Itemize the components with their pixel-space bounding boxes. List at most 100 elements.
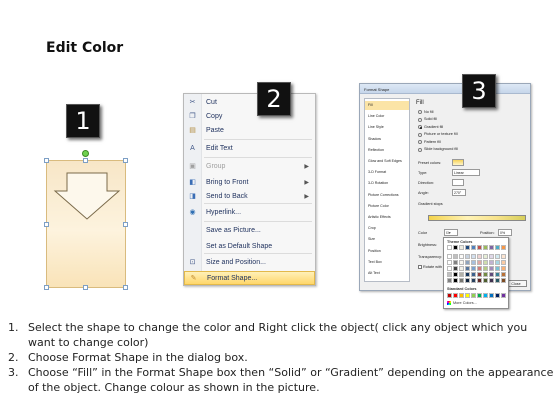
- color-swatch[interactable]: [489, 272, 494, 277]
- color-swatch[interactable]: [465, 245, 470, 250]
- color-swatch[interactable]: [459, 266, 464, 271]
- color-swatch[interactable]: [495, 245, 500, 250]
- color-swatch[interactable]: [465, 254, 470, 259]
- rotate-with-shape-checkbox[interactable]: [418, 265, 422, 269]
- standard-color-swatch[interactable]: [459, 293, 464, 298]
- color-swatch[interactable]: [501, 278, 506, 283]
- color-swatch[interactable]: [495, 254, 500, 259]
- resize-handle-s[interactable]: [83, 285, 88, 290]
- sidebar-item-3-d-format[interactable]: 3-D Format: [365, 168, 409, 177]
- color-swatch[interactable]: [489, 254, 494, 259]
- color-swatch[interactable]: [495, 278, 500, 283]
- preset-colors-button[interactable]: [452, 159, 464, 166]
- resize-handle-n[interactable]: [83, 158, 88, 163]
- radio-solid-fill[interactable]: [418, 117, 422, 122]
- color-swatch[interactable]: [477, 266, 482, 271]
- resize-handle-nw[interactable]: [44, 158, 49, 163]
- color-swatch[interactable]: [447, 260, 452, 265]
- more-colors-link[interactable]: More Colors...: [453, 301, 477, 305]
- resize-handle-ne[interactable]: [123, 158, 128, 163]
- menu-item-send-to-back[interactable]: ◨ Send to Back ▶: [184, 190, 315, 204]
- sidebar-item-3-d-rotation[interactable]: 3-D Rotation: [365, 179, 409, 188]
- color-swatch[interactable]: [471, 245, 476, 250]
- gradient-stops-bar[interactable]: [428, 215, 526, 221]
- menu-item-paste[interactable]: ▤ Paste: [184, 124, 315, 138]
- menu-item-cut[interactable]: ✂ Cut: [184, 96, 315, 110]
- standard-color-swatch[interactable]: [489, 293, 494, 298]
- color-swatch[interactable]: [453, 272, 458, 277]
- color-swatch[interactable]: [483, 278, 488, 283]
- standard-color-swatch[interactable]: [465, 293, 470, 298]
- resize-handle-w[interactable]: [44, 222, 49, 227]
- resize-handle-e[interactable]: [123, 222, 128, 227]
- color-swatch[interactable]: [489, 266, 494, 271]
- radio-no-fill[interactable]: [418, 110, 422, 114]
- resize-handle-sw[interactable]: [44, 285, 49, 290]
- color-swatch[interactable]: [471, 272, 476, 277]
- color-swatch[interactable]: [477, 254, 482, 259]
- color-swatch[interactable]: [489, 278, 494, 283]
- color-swatch[interactable]: [501, 254, 506, 259]
- color-swatch[interactable]: [471, 266, 476, 271]
- sidebar-item-text-box[interactable]: Text Box: [365, 258, 409, 267]
- menu-item-copy[interactable]: ❐ Copy: [184, 110, 315, 124]
- color-swatch[interactable]: [501, 266, 506, 271]
- color-swatch[interactable]: [489, 245, 494, 250]
- color-swatch[interactable]: [447, 266, 452, 271]
- color-swatch[interactable]: [483, 260, 488, 265]
- color-swatch[interactable]: [495, 266, 500, 271]
- sidebar-item-shadow[interactable]: Shadow: [365, 135, 409, 144]
- color-swatch[interactable]: [459, 272, 464, 277]
- standard-color-swatch[interactable]: [495, 293, 500, 298]
- radio-gradient-fill[interactable]: [418, 125, 422, 129]
- color-swatch[interactable]: [453, 254, 458, 259]
- color-swatch[interactable]: [483, 266, 488, 271]
- sidebar-item-line-style[interactable]: Line Style: [365, 123, 409, 132]
- type-select[interactable]: Linear: [452, 169, 480, 176]
- sidebar-item-picture-color[interactable]: Picture Color: [365, 202, 409, 211]
- menu-item-save-as-picture[interactable]: Save as Picture...: [184, 224, 315, 238]
- color-swatch[interactable]: [489, 260, 494, 265]
- resize-handle-se[interactable]: [123, 285, 128, 290]
- color-swatch[interactable]: [501, 245, 506, 250]
- sidebar-item-picture-corrections[interactable]: Picture Corrections: [365, 191, 409, 200]
- sidebar-item-fill[interactable]: Fill: [365, 101, 409, 110]
- color-swatch[interactable]: [477, 272, 482, 277]
- color-swatch[interactable]: [447, 254, 452, 259]
- color-swatch[interactable]: [447, 272, 452, 277]
- color-swatch[interactable]: [447, 278, 452, 283]
- color-swatch[interactable]: [465, 266, 470, 271]
- sidebar-item-position[interactable]: Position: [365, 247, 409, 256]
- direction-button[interactable]: [452, 179, 464, 186]
- color-swatch[interactable]: [483, 245, 488, 250]
- sidebar-item-crop[interactable]: Crop: [365, 224, 409, 233]
- menu-item-format-shape[interactable]: ✎ Format Shape...: [184, 271, 315, 285]
- menu-item-edit-text[interactable]: A Edit Text: [184, 142, 315, 156]
- standard-color-swatch[interactable]: [477, 293, 482, 298]
- standard-color-swatch[interactable]: [501, 293, 506, 298]
- menu-item-hyperlink[interactable]: ◉ Hyperlink...: [184, 206, 315, 220]
- color-picker-button[interactable]: ⛁▾: [444, 229, 458, 236]
- radio-picture-or-texture-fill[interactable]: [418, 132, 422, 137]
- selected-shape[interactable]: [46, 160, 126, 288]
- color-swatch[interactable]: [495, 260, 500, 265]
- radio-pattern-fill[interactable]: [418, 140, 422, 144]
- color-swatch[interactable]: [501, 272, 506, 277]
- color-swatch[interactable]: [459, 254, 464, 259]
- color-swatch[interactable]: [471, 254, 476, 259]
- color-swatch[interactable]: [459, 260, 464, 265]
- sidebar-item-size[interactable]: Size: [365, 235, 409, 244]
- menu-item-size-and-position[interactable]: ⊡ Size and Position...: [184, 256, 315, 270]
- standard-color-swatch[interactable]: [483, 293, 488, 298]
- color-swatch[interactable]: [447, 245, 452, 250]
- sidebar-item-artistic-effects[interactable]: Artistic Effects: [365, 213, 409, 222]
- color-swatch[interactable]: [483, 272, 488, 277]
- sidebar-item-reflection[interactable]: Reflection: [365, 146, 409, 155]
- color-swatch[interactable]: [477, 245, 482, 250]
- color-swatch[interactable]: [459, 245, 464, 250]
- sidebar-item-alt-text[interactable]: Alt Text: [365, 269, 409, 278]
- standard-color-swatch[interactable]: [453, 293, 458, 298]
- radio-slide-background-fill[interactable]: [418, 147, 422, 152]
- color-swatch[interactable]: [453, 260, 458, 265]
- color-swatch[interactable]: [465, 260, 470, 265]
